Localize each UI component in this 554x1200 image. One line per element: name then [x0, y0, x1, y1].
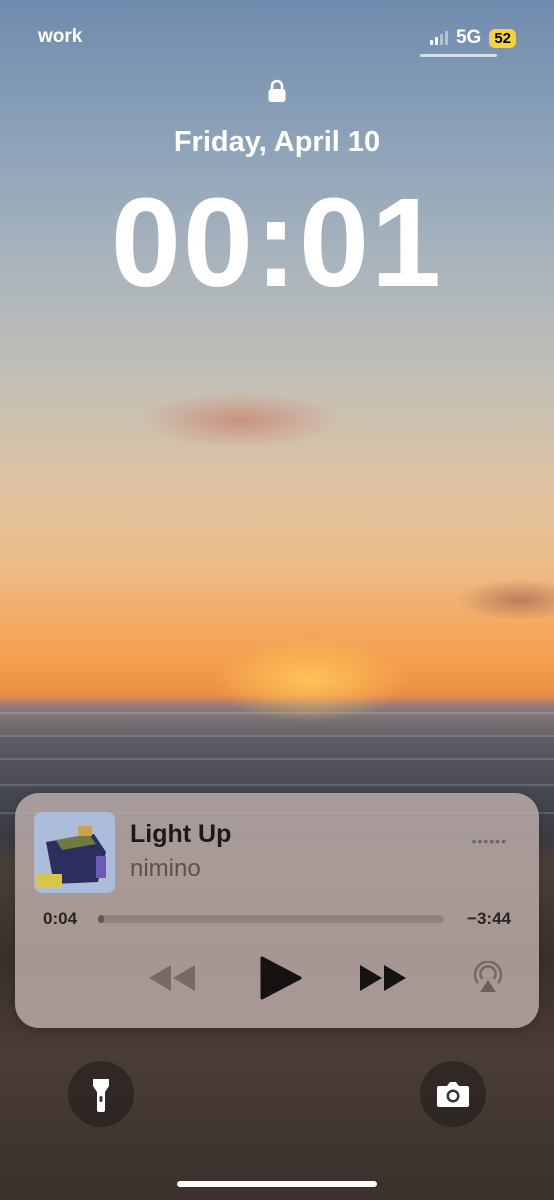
remaining-time: −3:44 — [467, 909, 511, 928]
fast-forward-icon[interactable] — [358, 963, 410, 993]
now-playing-widget[interactable]: Light Up nimino •••••• 0:04 −3:44 — [15, 793, 539, 1028]
album-artwork[interactable] — [34, 812, 115, 893]
focus-indicator — [420, 54, 497, 57]
lock-icon — [268, 79, 286, 102]
lock-time: 00:01 — [110, 172, 444, 313]
more-options-icon[interactable]: •••••• — [472, 833, 507, 849]
track-title: Light Up — [130, 820, 232, 848]
network-label: 5G — [455, 27, 482, 48]
flashlight-button[interactable] — [68, 1061, 134, 1127]
battery-icon: 52 — [489, 28, 516, 48]
airplay-icon[interactable] — [472, 961, 504, 995]
progress-scrubber[interactable] — [98, 915, 444, 923]
home-indicator[interactable] — [177, 1181, 377, 1187]
progress-fill — [98, 915, 105, 923]
rewind-icon[interactable] — [145, 963, 197, 993]
flashlight-icon — [93, 1079, 109, 1112]
carrier-label: work — [38, 26, 83, 47]
track-artist: nimino — [130, 855, 201, 882]
lock-date: Friday, April 10 — [173, 126, 381, 158]
camera-button[interactable] — [420, 1061, 486, 1127]
camera-icon — [437, 1082, 469, 1107]
play-icon[interactable] — [258, 955, 302, 1001]
signal-icon — [429, 31, 448, 45]
status-indicators: 5G 52 — [429, 26, 516, 50]
elapsed-time: 0:04 — [43, 909, 78, 928]
